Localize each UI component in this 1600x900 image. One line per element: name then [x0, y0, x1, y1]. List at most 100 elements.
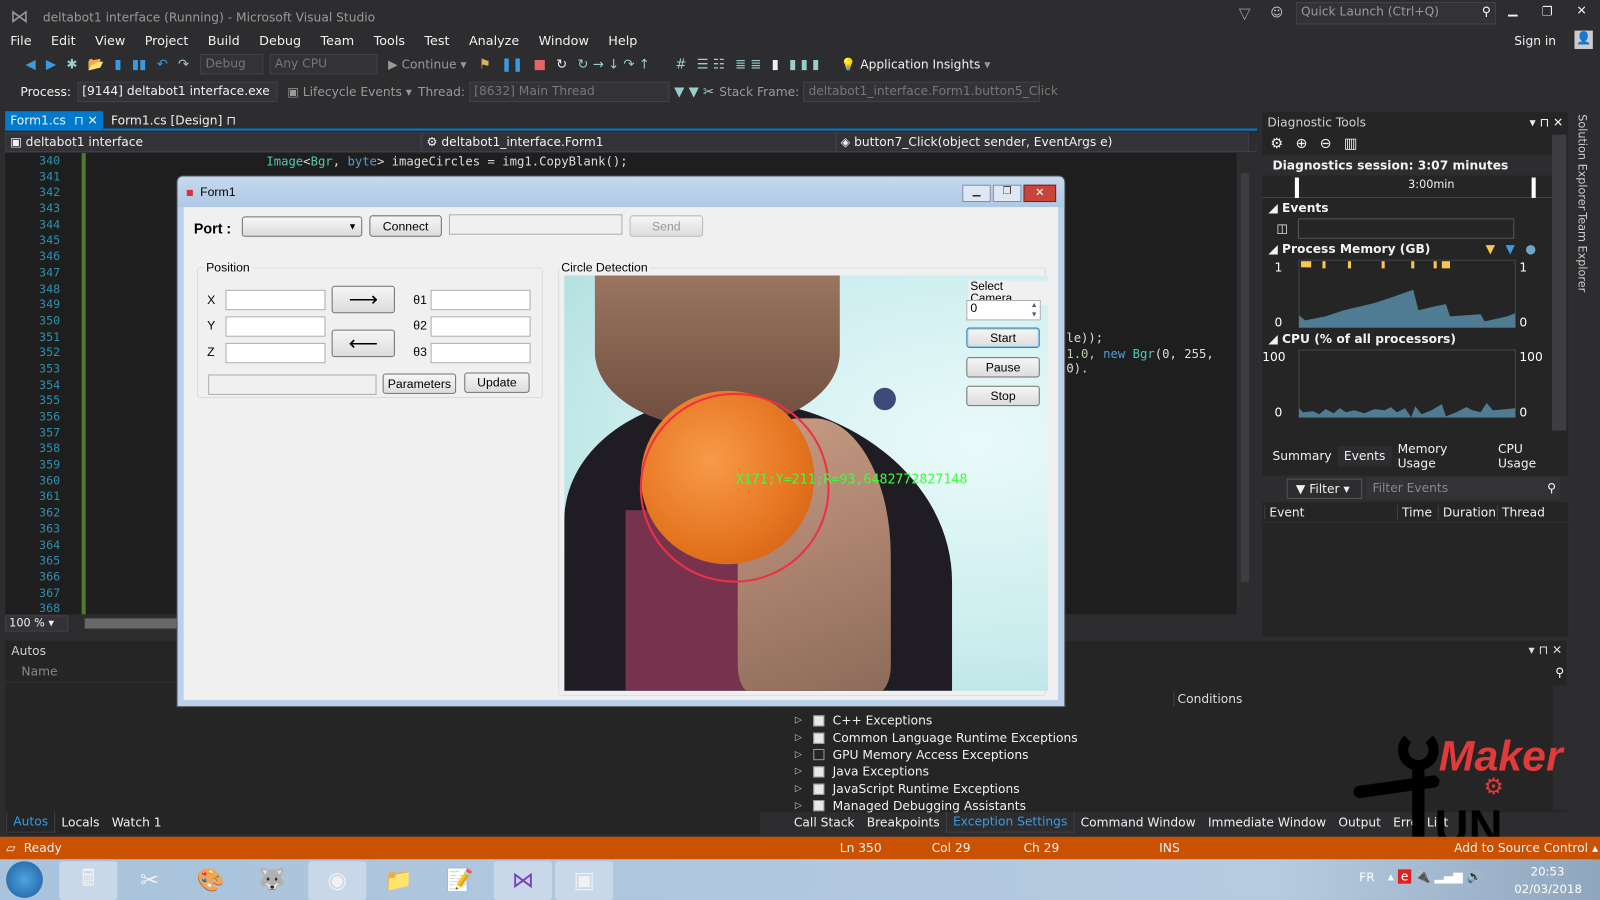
taskbar-notepad[interactable]: 📝 — [431, 861, 489, 900]
expand-icon[interactable]: ▷ — [795, 750, 813, 760]
sign-in-link[interactable]: Sign in — [1514, 34, 1556, 48]
editor-vertical-scrollbar[interactable] — [1236, 153, 1254, 615]
column-duration[interactable]: Duration — [1437, 504, 1497, 519]
x-input[interactable] — [225, 289, 326, 311]
taskbar-gimp[interactable]: 🐺 — [243, 861, 301, 900]
settings-icon[interactable]: ⚙ — [1270, 136, 1283, 152]
column-event[interactable]: Event — [1264, 504, 1397, 519]
stack-frame-select[interactable]: deltabot1_interface.Form1.button5_Click — [803, 81, 1058, 103]
project-nav-select[interactable]: ▣ deltabot1 interface — [5, 132, 422, 152]
application-insights-button[interactable]: Application Insights — [860, 57, 980, 71]
tab-autos[interactable]: Autos — [6, 811, 56, 833]
member-nav-select[interactable]: ◈ button7_Click(object sender, EventArgs… — [835, 132, 1249, 152]
taskbar-explorer[interactable]: 📁 — [369, 861, 427, 900]
start-button[interactable]: Start — [966, 327, 1040, 348]
menu-project[interactable]: Project — [145, 33, 189, 48]
attach-icon[interactable]: ⚑ — [479, 57, 491, 72]
lifecycle-events-button[interactable]: ▣ Lifecycle Events ▾ — [287, 85, 412, 99]
cpu-section[interactable]: ◢ CPU (% of all processors) — [1262, 329, 1568, 349]
quick-launch-input[interactable]: Quick Launch (Ctrl+Q) ⚲ — [1295, 2, 1496, 25]
config-select[interactable]: Debug — [200, 54, 264, 75]
exception-checkbox[interactable] — [813, 766, 825, 778]
clock-time[interactable]: 20:53 — [1531, 864, 1565, 878]
expand-icon[interactable]: ▷ — [795, 801, 813, 811]
undo-icon[interactable]: ↶ — [157, 57, 168, 72]
diag-tab-cpu-usage[interactable]: CPU Usage — [1492, 439, 1568, 474]
source-control-button[interactable]: Add to Source Control ▴ — [1454, 841, 1598, 855]
menu-file[interactable]: File — [10, 33, 31, 48]
inverse-kinematics-button[interactable]: ⟵ — [331, 329, 395, 358]
filter-notification-icon[interactable]: ▽ — [1239, 4, 1251, 22]
menu-help[interactable]: Help — [608, 33, 637, 48]
exception-item[interactable]: ▷ JavaScript Runtime Exceptions — [795, 780, 1078, 797]
menu-team[interactable]: Team — [321, 33, 355, 48]
tab-exception-settings[interactable]: Exception Settings — [945, 811, 1075, 833]
exception-search-icon[interactable]: ⚲ — [1555, 665, 1564, 679]
menu-view[interactable]: View — [95, 33, 125, 48]
indent-icon[interactable]: ≣ ≣ — [735, 57, 761, 72]
port-select[interactable]: ▼ — [241, 216, 363, 237]
expand-icon[interactable]: ▷ — [795, 733, 813, 743]
events-section[interactable]: ◢ Events — [1262, 198, 1568, 218]
zoom-in-icon[interactable]: ⊕ — [1295, 136, 1307, 152]
form-maximize-button[interactable]: ❐ — [992, 184, 1022, 203]
menu-debug[interactable]: Debug — [259, 33, 301, 48]
exception-checkbox[interactable] — [813, 783, 825, 795]
zoom-select[interactable]: 100 % ▾ — [5, 615, 69, 632]
side-tab-team-explorer[interactable]: Team Explorer — [1575, 212, 1588, 292]
flag-icons[interactable]: ▼ ▼ ✂ — [674, 84, 714, 99]
threads-icon[interactable]: ☰ ☷ — [697, 57, 725, 72]
y-input[interactable] — [225, 316, 326, 337]
redo-icon[interactable]: ↷ — [178, 57, 189, 72]
taskbar-paint[interactable]: 🎨 — [182, 861, 240, 900]
platform-select[interactable]: Any CPU — [269, 54, 378, 75]
connect-button[interactable]: Connect — [369, 215, 442, 237]
stop-button[interactable]: Stop — [966, 385, 1040, 407]
tab-command-window[interactable]: Command Window — [1074, 812, 1201, 832]
pause-icon[interactable]: ❚❚ — [501, 57, 523, 72]
parameters-button[interactable]: Parameters — [382, 373, 457, 394]
close-window-button[interactable]: ✕ — [1577, 3, 1587, 17]
class-nav-select[interactable]: ⚙ deltabot1_interface.Form1 — [421, 132, 836, 152]
column-time[interactable]: Time — [1396, 504, 1438, 519]
diagnostics-scrollbar[interactable] — [1552, 134, 1567, 431]
taskbar-calculator[interactable]: 🖩 — [59, 861, 118, 900]
diag-tab-events[interactable]: Events — [1337, 445, 1392, 467]
filter-button[interactable]: ▼ Filter ▾ — [1286, 478, 1363, 499]
expand-icon[interactable]: ▷ — [795, 767, 813, 777]
theta2-input[interactable] — [430, 316, 531, 337]
taskbar-form-app[interactable]: ▣ — [555, 861, 614, 900]
column-thread[interactable]: Thread — [1496, 504, 1558, 519]
continue-button[interactable]: ▶ Continue ▾ — [388, 57, 466, 71]
start-button[interactable] — [6, 861, 43, 898]
stop-icon[interactable]: ■ — [533, 57, 546, 72]
send-button[interactable]: Send — [629, 215, 704, 237]
form-minimize-button[interactable]: ▁ — [962, 184, 991, 203]
taskbar-visual-studio[interactable]: ⋈ — [493, 861, 553, 900]
break-icon[interactable]: ◫ — [1277, 221, 1289, 235]
update-button[interactable]: Update — [464, 372, 530, 393]
tab-form1-cs[interactable]: Form1.cs ⊓ ✕ — [5, 111, 103, 130]
forward-kinematics-button[interactable]: ⟶ — [331, 285, 395, 314]
language-indicator[interactable]: FR — [1359, 870, 1375, 884]
bookmark-icon[interactable]: ▮ — [772, 57, 779, 72]
clock-date[interactable]: 02/03/2018 — [1514, 882, 1582, 896]
filter-events-input[interactable]: Filter Events ⚲ — [1366, 477, 1561, 500]
open-icon[interactable]: 📂 — [88, 57, 105, 72]
camera-spinner[interactable]: 0 ▲ ▼ — [966, 299, 1041, 321]
send-text-input[interactable] — [448, 214, 623, 235]
taskbar-snipping-tool[interactable]: ✂ — [120, 861, 178, 900]
diag-tab-summary[interactable]: Summary — [1266, 446, 1337, 466]
theta3-input[interactable] — [430, 342, 531, 364]
account-icon[interactable]: 👤 — [1574, 30, 1593, 49]
hex-icon[interactable]: # — [675, 57, 686, 72]
exception-item[interactable]: ▷ Java Exceptions — [795, 763, 1078, 780]
restore-button[interactable]: ❐ — [1542, 4, 1553, 18]
menu-edit[interactable]: Edit — [51, 33, 76, 48]
exception-checkbox[interactable] — [813, 715, 825, 727]
pause-button[interactable]: Pause — [966, 357, 1040, 378]
tab-immediate-window[interactable]: Immediate Window — [1202, 812, 1332, 832]
step-icons[interactable]: ↻ → ↓ ↷ ↑ — [577, 57, 649, 72]
menu-tools[interactable]: Tools — [374, 33, 405, 48]
exception-checkbox[interactable] — [813, 800, 825, 812]
